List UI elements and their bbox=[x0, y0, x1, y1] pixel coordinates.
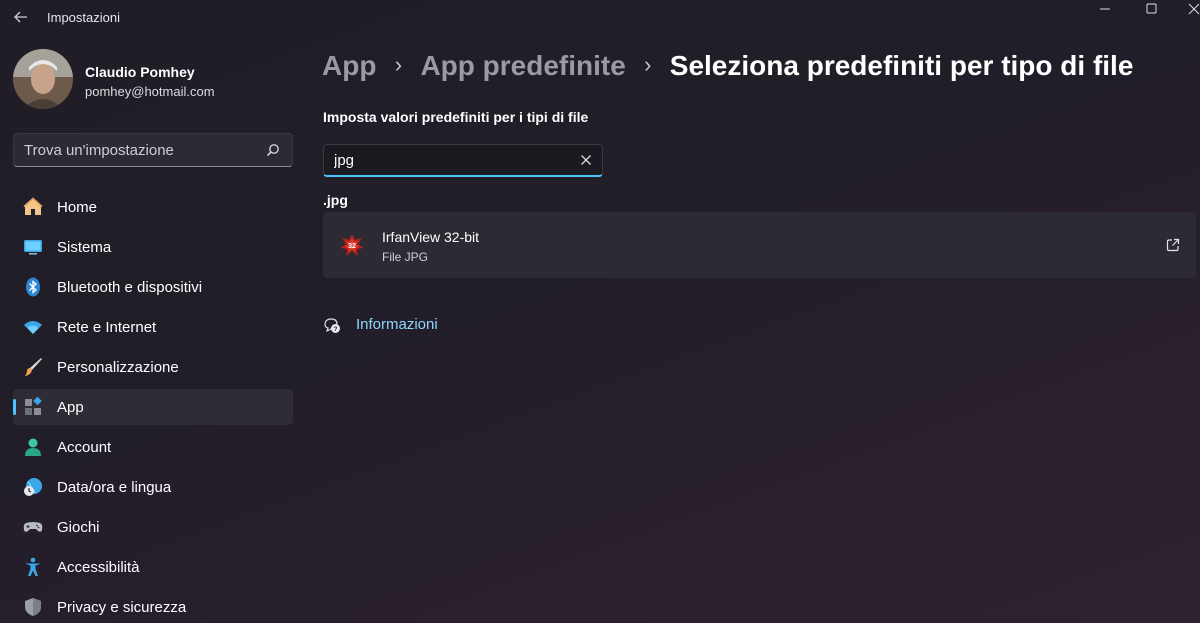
minimize-icon[interactable] bbox=[1082, 0, 1128, 18]
sidebar: Claudio Pomhey pomhey@hotmail.com Home S… bbox=[0, 34, 310, 623]
user-email: pomhey@hotmail.com bbox=[85, 84, 215, 99]
sidebar-item-label: Giochi bbox=[57, 519, 100, 536]
default-app-file-type: File JPG bbox=[382, 250, 429, 264]
sidebar-item-label: Bluetooth e dispositivi bbox=[57, 279, 203, 296]
breadcrumb-item-app[interactable]: App bbox=[322, 50, 376, 81]
help-chat-icon: ? bbox=[324, 318, 340, 333]
sidebar-item-giochi[interactable]: Giochi bbox=[13, 509, 293, 545]
file-extension-label: .jpg bbox=[323, 192, 348, 208]
gamepad-icon bbox=[23, 522, 43, 532]
clear-icon[interactable] bbox=[580, 154, 592, 166]
sidebar-item-sistema[interactable]: Sistema bbox=[13, 229, 293, 265]
sidebar-item-data-ora[interactable]: Data/ora e lingua bbox=[13, 469, 293, 505]
brush-icon bbox=[25, 358, 42, 376]
default-app-card[interactable]: 32 IrfanView 32-bit File JPG bbox=[323, 212, 1196, 278]
settings-search bbox=[13, 133, 293, 167]
irfanview-icon: 32 bbox=[340, 234, 364, 256]
sidebar-item-privacy[interactable]: Privacy e sicurezza bbox=[13, 589, 293, 623]
person-icon bbox=[25, 438, 41, 456]
avatar[interactable] bbox=[13, 49, 73, 109]
section-title: Imposta valori predefiniti per i tipi di… bbox=[323, 109, 589, 125]
breadcrumb-item-app-predefinite[interactable]: App predefinite bbox=[420, 50, 625, 81]
sidebar-item-label: Personalizzazione bbox=[57, 359, 179, 376]
sidebar-item-label: Accessibilità bbox=[57, 559, 140, 576]
sidebar-item-label: Sistema bbox=[57, 239, 112, 256]
wifi-icon bbox=[24, 321, 42, 334]
svg-text:?: ? bbox=[334, 326, 338, 333]
main-content: App › App predefinite › Seleziona predefinit… bbox=[322, 34, 1200, 623]
sidebar-item-accessibilita[interactable]: Accessibilità bbox=[13, 549, 293, 585]
page-title: Seleziona predefiniti per tipo di file bbox=[669, 50, 1134, 81]
window-title: Impostazioni bbox=[47, 10, 120, 25]
close-window-icon[interactable] bbox=[1174, 0, 1200, 18]
sidebar-item-account[interactable]: Account bbox=[13, 429, 293, 465]
sidebar-item-label: Home bbox=[57, 199, 98, 216]
sidebar-item-home[interactable]: Home bbox=[13, 189, 293, 225]
file-type-search-input[interactable] bbox=[334, 145, 564, 175]
maximize-icon[interactable] bbox=[1128, 0, 1174, 18]
user-name: Claudio Pomhey bbox=[85, 64, 195, 80]
globe-clock-icon bbox=[24, 478, 42, 496]
chevron-right-icon: › bbox=[644, 52, 652, 77]
accessibility-icon bbox=[25, 557, 41, 576]
selected-indicator bbox=[13, 399, 16, 415]
svg-text:32: 32 bbox=[348, 243, 356, 250]
sidebar-item-label: Account bbox=[57, 439, 112, 456]
sidebar-nav: Home Sistema Bluetooth e dispositivi Ret… bbox=[13, 189, 293, 623]
default-app-name: IrfanView 32-bit bbox=[382, 229, 480, 245]
title-bar: Impostazioni bbox=[0, 0, 1200, 34]
sidebar-item-label: App bbox=[57, 399, 84, 416]
bluetooth-icon bbox=[26, 277, 40, 297]
breadcrumb: App › App predefinite › Seleziona predefinit… bbox=[322, 50, 1133, 90]
file-type-search bbox=[323, 144, 603, 177]
sidebar-item-app[interactable]: App bbox=[13, 389, 293, 425]
avatar-photo bbox=[13, 49, 73, 109]
chevron-right-icon: › bbox=[394, 52, 403, 77]
info-link[interactable]: Informazioni bbox=[356, 316, 438, 333]
back-arrow-icon[interactable] bbox=[10, 6, 32, 28]
sidebar-item-label: Privacy e sicurezza bbox=[57, 599, 187, 616]
sidebar-item-rete[interactable]: Rete e Internet bbox=[13, 309, 293, 345]
home-icon bbox=[23, 197, 43, 215]
apps-icon bbox=[25, 397, 42, 415]
sidebar-item-bluetooth[interactable]: Bluetooth e dispositivi bbox=[13, 269, 293, 305]
sidebar-item-label: Rete e Internet bbox=[57, 319, 157, 336]
sidebar-item-personalizzazione[interactable]: Personalizzazione bbox=[13, 349, 293, 385]
search-icon[interactable] bbox=[266, 143, 280, 157]
search-input[interactable] bbox=[24, 134, 264, 166]
shield-icon bbox=[25, 598, 41, 616]
monitor-icon bbox=[24, 240, 42, 255]
open-external-icon[interactable] bbox=[1166, 238, 1180, 252]
sidebar-item-label: Data/ora e lingua bbox=[57, 479, 172, 496]
